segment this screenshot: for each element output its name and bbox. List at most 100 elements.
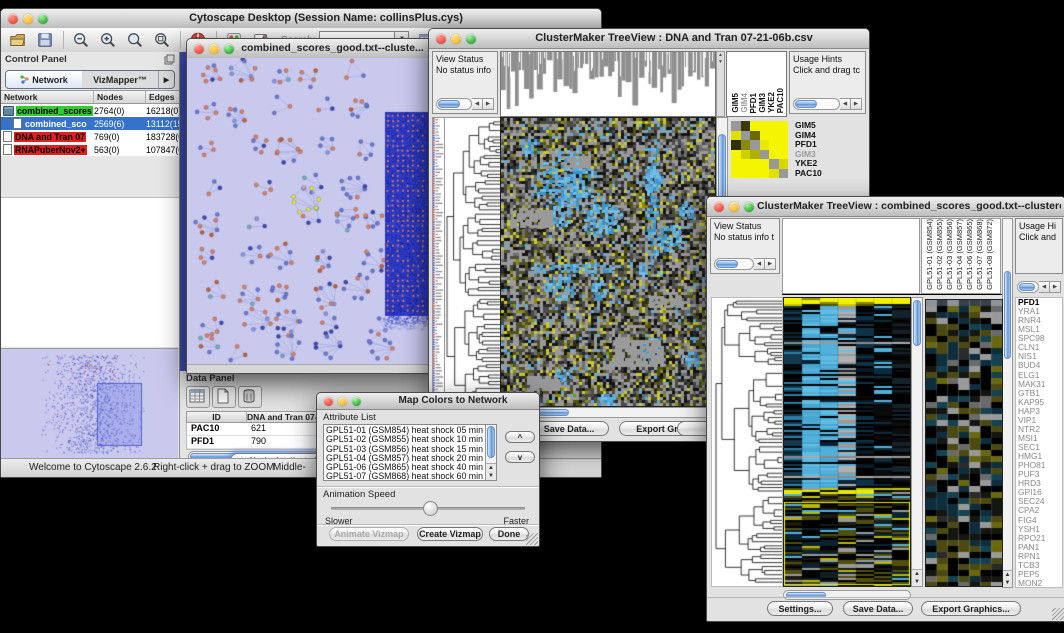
col-id[interactable]: ID	[187, 412, 247, 422]
export-graphics-button[interactable]: Export Graphics...	[921, 601, 1021, 616]
list-vscrollbar[interactable]: ▲▼	[485, 425, 496, 480]
zoom-in-icon[interactable]	[98, 31, 118, 49]
animate-vizmap-button[interactable]: Animate Vizmap	[329, 527, 409, 541]
zoom-window-icon[interactable]	[38, 14, 48, 24]
settings-button[interactable]: Settings...	[767, 601, 833, 616]
mini-heatmap-cell	[731, 140, 741, 150]
scrollbar-thumb[interactable]	[1019, 283, 1035, 291]
treeview1-titlebar[interactable]: ClusterMaker TreeView : DNA and Tran 07-…	[429, 29, 869, 49]
save-icon[interactable]	[35, 31, 55, 49]
col-edges[interactable]: Edges	[146, 91, 179, 103]
zoom-window-icon[interactable]	[466, 34, 476, 44]
resize-grip[interactable]	[526, 533, 538, 545]
zoom-window-icon[interactable]	[224, 44, 234, 54]
scroll-left-icon[interactable]: ◀	[754, 258, 765, 270]
tab-overflow-button[interactable]: ▶	[158, 71, 174, 88]
row-dendrogram[interactable]	[444, 117, 502, 407]
save-data-button[interactable]: Save Data...	[843, 601, 913, 616]
row-dendrogram[interactable]	[711, 297, 783, 587]
animation-speed-slider[interactable]	[331, 501, 525, 515]
create-vizmap-button[interactable]: Create Vizmap	[417, 527, 483, 541]
treeview2-titlebar[interactable]: ClusterMaker TreeView : combined_scores_…	[707, 197, 1064, 217]
heatmap-canvas[interactable]	[783, 297, 911, 587]
network-overview-panel[interactable]	[1, 348, 178, 459]
new-attribute-button[interactable]	[212, 386, 236, 408]
tab-vizmapper-label: VizMapper™	[93, 75, 147, 85]
network-tree-row[interactable]: RNAPuberNov2+563(0)107847(0)	[1, 143, 179, 156]
zoom-selected-icon[interactable]	[152, 31, 172, 49]
scroll-right-icon[interactable]: ▶	[1050, 281, 1061, 293]
delete-attribute-trash-button[interactable]	[238, 386, 262, 408]
col-network[interactable]: Network	[1, 91, 94, 103]
edge-count: 13112(15)	[146, 119, 179, 129]
table-view-button[interactable]	[186, 386, 210, 408]
heatmap-canvas[interactable]	[500, 117, 716, 407]
attribute-list-item[interactable]: GPL51-07 (GSM868) heat shock 60 min	[326, 472, 484, 481]
mini-heatmap-cell	[760, 131, 770, 141]
network-tree-row[interactable]: combined_scores2764(0)16218(0)	[1, 104, 179, 117]
column-dendrogram[interactable]	[500, 51, 716, 117]
main-titlebar[interactable]: Cytoscape Desktop (Session Name: collins…	[1, 9, 601, 29]
gene-label-list[interactable]: PFD1YRA1RNR4MSL1SPC98CLN1NIS1BUD4ELG1MAK…	[1015, 297, 1063, 588]
close-icon[interactable]	[194, 44, 204, 54]
dendrogram-arrow-strip[interactable]: ▲▼	[716, 51, 725, 117]
network-name: DNA and Tran 07	[14, 132, 86, 142]
zoom-window-icon[interactable]	[352, 397, 361, 406]
view-status-scrollbar[interactable]: ◀ ▶	[714, 258, 776, 270]
zoom-window-icon[interactable]	[744, 202, 754, 212]
scroll-left-icon[interactable]: ◀	[1039, 281, 1050, 293]
open-folder-icon[interactable]	[8, 31, 28, 49]
network-tree-row[interactable]: DNA and Tran 07769(0)183728(0)	[1, 130, 179, 143]
move-up-button[interactable]: ^	[505, 431, 535, 443]
minimize-icon[interactable]	[209, 44, 219, 54]
gene-label[interactable]: MON2	[1018, 579, 1062, 588]
scroll-left-icon[interactable]: ◀	[472, 98, 483, 110]
usage-hints-scrollbar[interactable]: ◀ ▶	[793, 98, 862, 110]
done-button[interactable]: Done	[489, 527, 529, 541]
scroll-right-icon[interactable]: ▶	[851, 98, 862, 110]
heatmap-vscrollbar[interactable]: ▲▼	[911, 297, 923, 587]
dialog-titlebar[interactable]: Map Colors to Network	[317, 393, 539, 410]
network-table-header[interactable]: Network Nodes Edges	[1, 90, 179, 104]
network-tree-row[interactable]: combined_sco2569(6)13112(15)	[1, 117, 179, 130]
scrollbar-thumb[interactable]	[716, 260, 738, 268]
tab-vizmapper[interactable]: VizMapper™	[82, 71, 158, 88]
scroll-right-icon[interactable]: ▶	[483, 98, 494, 110]
save-data-button[interactable]: Save Data...	[529, 421, 609, 436]
detail-vscrollbar[interactable]: ▲▼	[1002, 218, 1013, 588]
minimize-icon[interactable]	[23, 14, 33, 24]
close-icon[interactable]	[436, 34, 446, 44]
close-icon[interactable]	[324, 397, 333, 406]
minimize-icon[interactable]	[338, 397, 347, 406]
scrollbar-thumb[interactable]	[913, 300, 921, 346]
float-panel-icon[interactable]	[164, 54, 175, 65]
scrollbar-thumb[interactable]	[487, 426, 495, 458]
scroll-right-icon[interactable]: ▶	[765, 258, 776, 270]
resize-grip[interactable]	[1052, 608, 1064, 620]
usage-hints-scrollbar[interactable]: ◀ ▶	[1017, 281, 1061, 293]
scrollbar-thumb[interactable]	[795, 100, 817, 108]
scroll-arrows[interactable]: ▲▼	[486, 463, 496, 480]
minimize-icon[interactable]	[729, 202, 739, 212]
network-canvas[interactable]	[187, 58, 434, 364]
detail-heatmap-canvas[interactable]	[925, 299, 1003, 587]
close-icon[interactable]	[8, 14, 18, 24]
move-down-button[interactable]: v	[505, 451, 535, 463]
close-icon[interactable]	[714, 202, 724, 212]
zoom-fit-icon[interactable]	[125, 31, 145, 49]
slider-thumb[interactable]	[423, 501, 438, 516]
cluster-mini-heatmap[interactable]	[731, 121, 788, 178]
animation-speed-label: Animation Speed	[323, 489, 395, 500]
scrollbar-thumb[interactable]	[438, 100, 460, 108]
scroll-arrows[interactable]: ▲▼	[912, 569, 922, 586]
network-window-titlebar[interactable]: combined_scores_good.txt--cluste...	[187, 39, 436, 59]
scroll-left-icon[interactable]: ◀	[840, 98, 851, 110]
minimize-icon[interactable]	[451, 34, 461, 44]
attribute-listbox[interactable]: GPL51-01 (GSM854) heat shock 05 minGPL51…	[323, 424, 497, 481]
col-nodes[interactable]: Nodes	[94, 91, 146, 103]
scrollbar-thumb[interactable]	[1004, 271, 1011, 359]
view-status-scrollbar[interactable]: ◀ ▶	[436, 98, 494, 110]
tab-network[interactable]: Network	[6, 71, 82, 88]
scroll-arrows[interactable]: ▲▼	[1003, 570, 1012, 587]
zoom-out-icon[interactable]	[71, 31, 91, 49]
